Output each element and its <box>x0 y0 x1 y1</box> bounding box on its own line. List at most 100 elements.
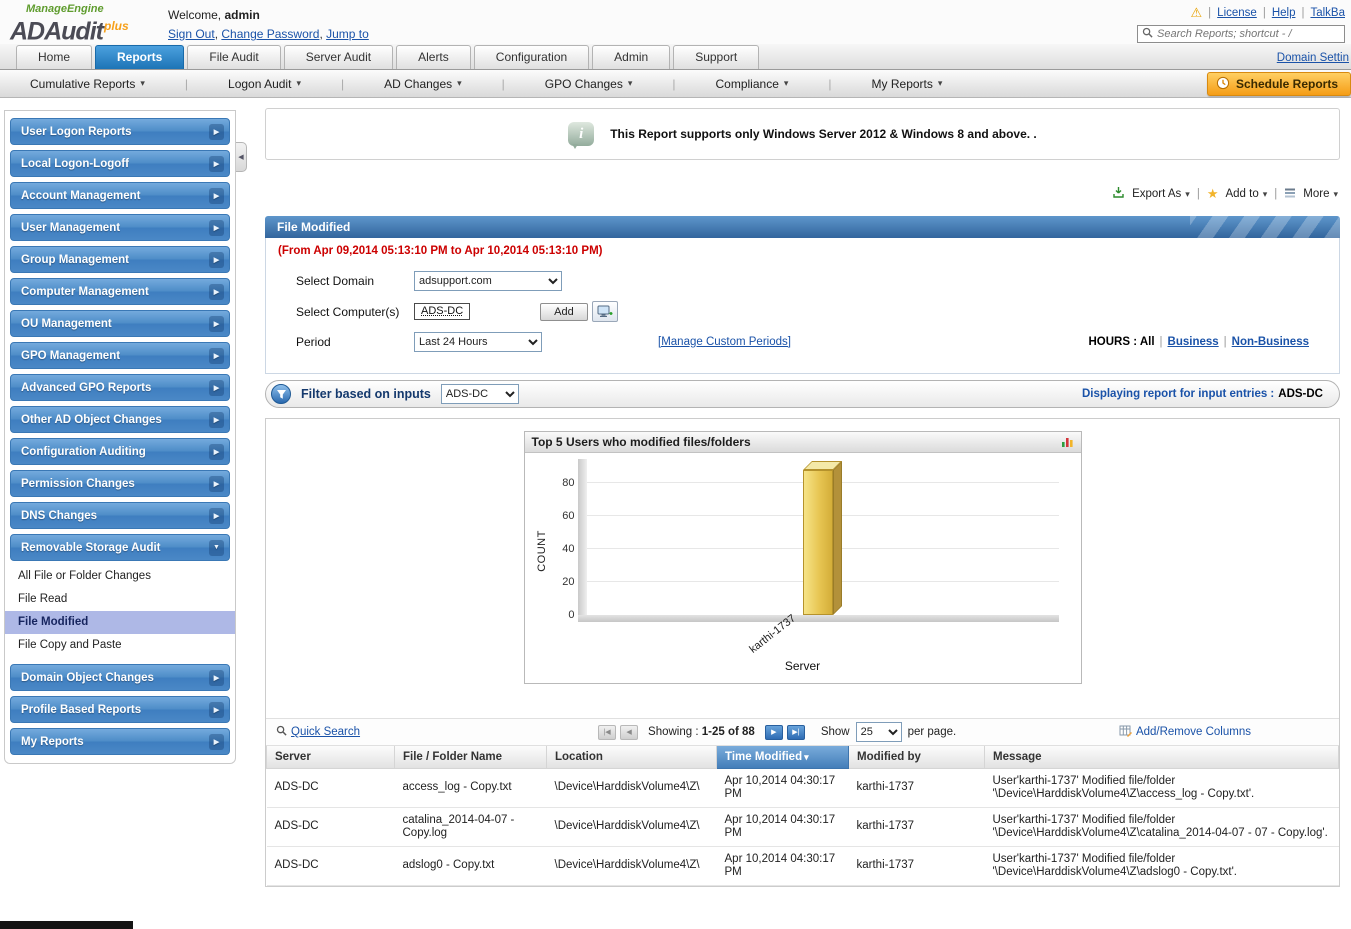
sort-desc-icon: ▾ <box>804 752 809 762</box>
last-page-button[interactable]: ▶| <box>787 725 805 740</box>
chevron-right-icon: ▶ <box>209 444 224 460</box>
sidebar-item-removable-storage-audit[interactable]: Removable Storage Audit▼ <box>10 534 230 561</box>
cell-server: ADS-DC <box>267 807 395 846</box>
table-header-row: Server File / Folder Name Location Time … <box>267 746 1339 768</box>
chart-3d-floor <box>578 615 1059 622</box>
sidebar-item-gpo-management[interactable]: GPO Management▶ <box>10 342 230 369</box>
subnav-my-reports[interactable]: My Reports▾ <box>872 77 943 91</box>
select-domain-label: Select Domain <box>296 274 414 288</box>
computer-field[interactable]: ADS-DC <box>414 303 470 320</box>
subnav-gpo-changes[interactable]: GPO Changes▾ <box>545 77 633 91</box>
sidebar-item-dns-changes[interactable]: DNS Changes▶ <box>10 502 230 529</box>
manage-custom-periods-link[interactable]: [Manage Custom Periods] <box>658 336 791 348</box>
subnav-cumulative-reports[interactable]: Cumulative Reports▾ <box>30 77 145 91</box>
chevron-right-icon: ▶ <box>209 124 224 140</box>
tab-file-audit[interactable]: File Audit <box>187 45 280 69</box>
sidebar-item-my-reports[interactable]: My Reports▶ <box>10 728 230 755</box>
column-header-file-folder-name[interactable]: File / Folder Name <box>395 746 547 768</box>
removable-storage-submenu: All File or Folder Changes File Read Fil… <box>5 561 235 659</box>
sidebar-item-profile-based-reports[interactable]: Profile Based Reports▶ <box>10 696 230 723</box>
column-header-location[interactable]: Location <box>547 746 717 768</box>
caret-down-icon: ▾ <box>457 78 462 89</box>
column-header-time-modified[interactable]: Time Modified▾ <box>717 746 849 768</box>
period-select[interactable]: Last 24 Hours <box>414 332 542 352</box>
first-page-button[interactable]: |◀ <box>598 725 616 740</box>
sidebar-item-account-management[interactable]: Account Management▶ <box>10 182 230 209</box>
browse-computers-button[interactable] <box>592 301 618 322</box>
username: admin <box>224 8 259 22</box>
displaying-report-info: Displaying report for input entries :ADS… <box>1082 388 1323 400</box>
cell-modified-by: karthi-1737 <box>849 846 985 885</box>
sidebar-item-ou-management[interactable]: OU Management▶ <box>10 310 230 337</box>
chart-type-icon[interactable] <box>1061 436 1074 448</box>
more-button[interactable]: More▾ <box>1303 188 1338 200</box>
plus-suffix: plus <box>104 19 129 33</box>
cell-message: User'karthi-1737' Modified file/folder '… <box>985 807 1339 846</box>
sign-out-link[interactable]: Sign Out <box>168 27 215 41</box>
report-actions: Export As▾ ★ Add to▾ More▾ <box>267 186 1338 202</box>
search-input[interactable] <box>1157 28 1340 40</box>
sidebar-item-local-logon-logoff[interactable]: Local Logon-Logoff▶ <box>10 150 230 177</box>
info-message: This Report supports only Windows Server… <box>610 127 1037 141</box>
sidebar-subitem-file-modified[interactable]: File Modified <box>5 611 235 634</box>
cell-modified-by: karthi-1737 <box>849 807 985 846</box>
sidebar-collapse-handle[interactable]: ◀ <box>236 142 247 172</box>
column-header-message[interactable]: Message <box>985 746 1339 768</box>
sidebar-item-user-logon-reports[interactable]: User Logon Reports▶ <box>10 118 230 145</box>
filter-input-select[interactable]: ADS-DC <box>441 384 519 404</box>
quick-search-button[interactable]: Quick Search <box>276 725 360 739</box>
sidebar-subitem-file-read[interactable]: File Read <box>5 588 235 611</box>
results-panel: Top 5 Users who modified files/folders C… <box>265 418 1340 887</box>
license-link[interactable]: License <box>1217 7 1257 19</box>
cell-message: User'karthi-1737' Modified file/folder '… <box>985 846 1339 885</box>
tab-configuration[interactable]: Configuration <box>474 45 589 69</box>
sidebar-item-other-ad-object-changes[interactable]: Other AD Object Changes▶ <box>10 406 230 433</box>
add-remove-columns-button[interactable]: Add/Remove Columns <box>1119 725 1251 740</box>
domain-select[interactable]: adsupport.com <box>414 271 562 291</box>
sidebar-item-user-management[interactable]: User Management▶ <box>10 214 230 241</box>
tab-reports[interactable]: Reports <box>95 45 184 69</box>
hours-business-link[interactable]: Business <box>1168 336 1219 348</box>
global-search-box[interactable] <box>1137 25 1345 43</box>
chevron-right-icon: ▶ <box>209 476 224 492</box>
sidebar-item-permission-changes[interactable]: Permission Changes▶ <box>10 470 230 497</box>
sidebar-item-group-management[interactable]: Group Management▶ <box>10 246 230 273</box>
page-size-select[interactable]: 25 <box>856 722 902 742</box>
content-area: User Logon Reports▶ Local Logon-Logoff▶ … <box>0 98 1351 887</box>
sidebar-item-computer-management[interactable]: Computer Management▶ <box>10 278 230 305</box>
subnav-ad-changes[interactable]: AD Changes▾ <box>384 77 462 91</box>
filter-label: Filter based on inputs <box>301 387 431 401</box>
warning-icon[interactable]: ⚠ <box>1191 5 1203 21</box>
tab-admin[interactable]: Admin <box>592 45 670 69</box>
domain-settings-link[interactable]: Domain Settin <box>1277 52 1349 64</box>
tab-support[interactable]: Support <box>673 45 759 69</box>
prev-page-button[interactable]: ◀ <box>620 725 638 740</box>
change-password-link[interactable]: Change Password <box>221 27 319 41</box>
jump-to-link[interactable]: Jump to <box>326 27 369 41</box>
help-link[interactable]: Help <box>1272 7 1296 19</box>
sidebar-item-domain-object-changes[interactable]: Domain Object Changes▶ <box>10 664 230 691</box>
tab-home[interactable]: Home <box>16 45 92 69</box>
chevron-right-icon: ▶ <box>209 412 224 428</box>
chevron-right-icon: ▶ <box>209 316 224 332</box>
sidebar-item-advanced-gpo-reports[interactable]: Advanced GPO Reports▶ <box>10 374 230 401</box>
sidebar-item-configuration-auditing[interactable]: Configuration Auditing▶ <box>10 438 230 465</box>
cell-file: adslog0 - Copy.txt <box>395 846 547 885</box>
sidebar-subitem-all-file-or-folder-changes[interactable]: All File or Folder Changes <box>5 565 235 588</box>
subnav-logon-audit[interactable]: Logon Audit▾ <box>228 77 301 91</box>
column-header-server[interactable]: Server <box>267 746 395 768</box>
add-to-button[interactable]: Add to▾ <box>1225 188 1267 200</box>
add-computer-button[interactable]: Add <box>540 303 588 321</box>
hours-non-business-link[interactable]: Non-Business <box>1232 336 1309 348</box>
schedule-reports-button[interactable]: Schedule Reports <box>1207 72 1351 96</box>
sidebar-subitem-file-copy-and-paste[interactable]: File Copy and Paste <box>5 634 235 657</box>
tab-alerts[interactable]: Alerts <box>396 45 471 69</box>
showing-range: 1-25 of 88 <box>702 726 755 738</box>
pagination: |◀ ◀ Showing : 1-25 of 88 ▶ ▶| <box>598 725 805 740</box>
subnav-compliance[interactable]: Compliance▾ <box>716 77 789 91</box>
next-page-button[interactable]: ▶ <box>765 725 783 740</box>
talkback-link[interactable]: TalkBa <box>1310 7 1345 19</box>
column-header-modified-by[interactable]: Modified by <box>849 746 985 768</box>
export-as-button[interactable]: Export As▾ <box>1132 188 1190 200</box>
tab-server-audit[interactable]: Server Audit <box>284 45 393 69</box>
